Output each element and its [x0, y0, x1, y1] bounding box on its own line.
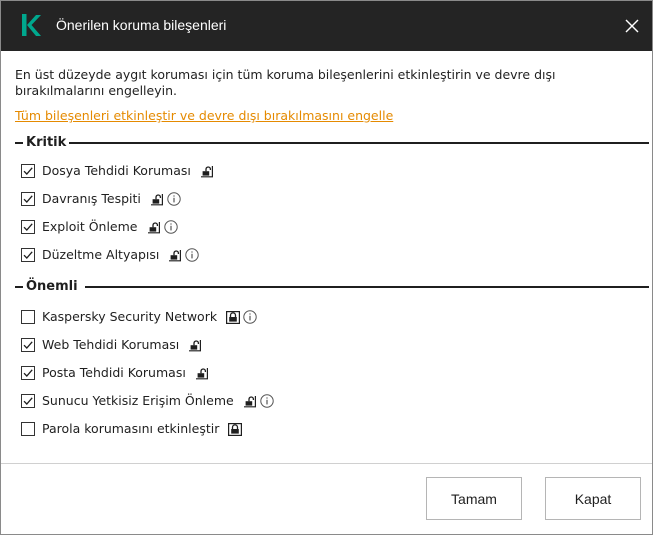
- info-icon[interactable]: [163, 220, 178, 234]
- checkbox-parola-korumasini-etkinlestir[interactable]: [21, 422, 35, 436]
- component-label: Sunucu Yetkisiz Erişim Önleme: [42, 393, 234, 408]
- unlocked-icon[interactable]: [150, 193, 164, 206]
- close-icon[interactable]: [621, 15, 643, 37]
- component-row-dosya-tehdidi-korumasi[interactable]: Dosya Tehdidi Koruması: [21, 162, 214, 180]
- checkbox-exploit-onleme[interactable]: [21, 220, 35, 234]
- checkbox-kaspersky-security-network[interactable]: [21, 310, 35, 324]
- component-row-posta-tehdidi-korumasi[interactable]: Posta Tehdidi Koruması: [21, 364, 209, 382]
- component-row-duzeltme-altyapisi[interactable]: Düzeltme Altyapısı: [21, 246, 200, 264]
- component-row-kaspersky-security-network[interactable]: Kaspersky Security Network: [21, 308, 257, 326]
- info-icon[interactable]: [243, 310, 257, 324]
- component-label: Davranış Tespiti: [42, 191, 141, 206]
- checkmark-icon: [23, 251, 33, 259]
- title-bar: Önerilen koruma bileşenleri: [1, 1, 652, 51]
- component-label: Posta Tehdidi Koruması: [42, 365, 186, 380]
- component-label: Düzeltme Altyapısı: [42, 247, 160, 262]
- checkbox-davranis-tespiti[interactable]: [21, 192, 35, 206]
- section-divider: [85, 286, 649, 288]
- dialog-title: Önerilen koruma bileşenleri: [56, 17, 227, 33]
- unlocked-icon[interactable]: [168, 249, 182, 262]
- info-icon[interactable]: [185, 248, 200, 262]
- section-dash: [15, 286, 23, 288]
- checkmark-icon: [23, 397, 33, 405]
- section-divider: [69, 142, 649, 144]
- component-label: Web Tehdidi Koruması: [42, 337, 180, 352]
- component-row-parola-korumasini-etkinlestir[interactable]: Parola korumasını etkinleştir: [21, 420, 243, 438]
- section-critical-label: Kritik: [26, 135, 69, 151]
- component-label: Kaspersky Security Network: [42, 309, 218, 324]
- checkmark-icon: [23, 195, 33, 203]
- unlocked-icon[interactable]: [200, 165, 214, 178]
- checkbox-sunucu-yetkisiz-erisim-onleme[interactable]: [21, 394, 35, 408]
- component-label: Exploit Önleme: [42, 219, 138, 234]
- checkbox-duzeltme-altyapisi[interactable]: [21, 248, 35, 262]
- component-row-exploit-onleme[interactable]: Exploit Önleme: [21, 218, 178, 236]
- component-label: Parola korumasını etkinleştir: [42, 421, 220, 436]
- close-button[interactable]: Kapat: [545, 477, 641, 520]
- component-row-web-tehdidi-korumasi[interactable]: Web Tehdidi Koruması: [21, 336, 202, 354]
- footer-divider: [1, 463, 652, 464]
- checkbox-web-tehdidi-korumasi[interactable]: [21, 338, 35, 352]
- checkmark-icon: [23, 223, 33, 231]
- section-important-header: Önemli: [15, 279, 649, 295]
- info-icon[interactable]: [260, 394, 274, 408]
- unlocked-icon[interactable]: [147, 221, 161, 234]
- component-row-davranis-tespiti[interactable]: Davranış Tespiti: [21, 190, 181, 208]
- recommended-protection-dialog: Önerilen koruma bileşenleri En üst düzey…: [0, 0, 653, 535]
- locked-icon[interactable]: [228, 422, 243, 436]
- checkbox-dosya-tehdidi-korumasi[interactable]: [21, 164, 35, 178]
- kaspersky-logo-icon: [22, 14, 41, 36]
- section-critical-header: Kritik: [15, 135, 649, 151]
- component-row-sunucu-yetkisiz-erisim-onleme[interactable]: Sunucu Yetkisiz Erişim Önleme: [21, 392, 274, 410]
- locked-icon[interactable]: [226, 310, 241, 324]
- ok-button[interactable]: Tamam: [426, 477, 522, 520]
- checkbox-posta-tehdidi-korumasi[interactable]: [21, 366, 35, 380]
- checkmark-icon: [23, 167, 33, 175]
- enable-all-link[interactable]: Tüm bileşenleri etkinleştir ve devre dış…: [15, 108, 393, 124]
- component-label: Dosya Tehdidi Koruması: [42, 163, 191, 178]
- section-important-label: Önemli: [26, 279, 80, 295]
- checkmark-icon: [23, 369, 33, 377]
- dialog-description: En üst düzeyde aygıt koruması için tüm k…: [15, 67, 556, 98]
- section-dash: [15, 142, 23, 144]
- info-icon[interactable]: [167, 192, 181, 206]
- unlocked-icon[interactable]: [195, 367, 209, 380]
- unlocked-icon[interactable]: [188, 339, 202, 352]
- checkmark-icon: [23, 341, 33, 349]
- unlocked-icon[interactable]: [243, 395, 257, 408]
